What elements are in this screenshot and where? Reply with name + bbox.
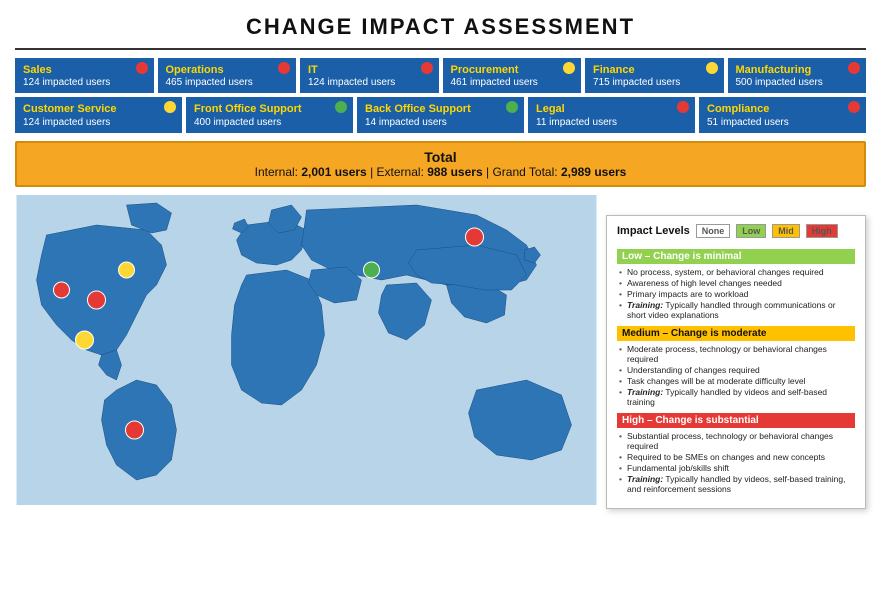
impact-bullet: Fundamental job/skills shift bbox=[619, 463, 853, 473]
dept-dot bbox=[563, 62, 575, 74]
impact-bullets: No process, system, or behavioral change… bbox=[617, 267, 855, 320]
dept-dot bbox=[164, 101, 176, 113]
internal-value: 2,001 users bbox=[301, 165, 366, 179]
impact-bullet: Awareness of high level changes needed bbox=[619, 278, 853, 288]
total-detail: Internal: 2,001 users | External: 988 us… bbox=[27, 165, 854, 179]
dept-dot bbox=[506, 101, 518, 113]
page-title: CHANGE IMPACT ASSESSMENT bbox=[15, 14, 866, 40]
total-bar: Total Internal: 2,001 users | External: … bbox=[15, 141, 866, 187]
dept-dot bbox=[848, 101, 860, 113]
dept-card-operations: Operations 465 impacted users bbox=[158, 58, 297, 93]
impact-bullet: Training: Typically handled by videos an… bbox=[619, 387, 853, 407]
impact-bullet: Training: Typically handled through comm… bbox=[619, 300, 853, 320]
department-grid: Sales 124 impacted users Operations 465 … bbox=[15, 58, 866, 133]
dept-users: 461 impacted users bbox=[451, 77, 574, 88]
dept-name: Front Office Support bbox=[194, 102, 345, 116]
level-low: Low bbox=[736, 224, 766, 238]
dept-users: 14 impacted users bbox=[365, 117, 516, 128]
dept-card-compliance: Compliance 51 impacted users bbox=[699, 97, 866, 132]
impact-section-high: High – Change is substantial Substantial… bbox=[617, 413, 855, 494]
impact-bullet: Training: Typically handled by videos, s… bbox=[619, 474, 853, 494]
dept-name: Finance bbox=[593, 63, 716, 77]
impact-section-header: Medium – Change is moderate bbox=[617, 326, 855, 341]
internal-label: Internal: bbox=[255, 165, 298, 179]
impact-bullets: Substantial process, technology or behav… bbox=[617, 431, 855, 494]
dept-row-2: Customer Service 124 impacted users Fron… bbox=[15, 97, 866, 132]
impact-bullets: Moderate process, technology or behavior… bbox=[617, 344, 855, 407]
world-map bbox=[15, 195, 598, 505]
sep1: | bbox=[370, 165, 373, 179]
dept-name: Procurement bbox=[451, 63, 574, 77]
impact-section-low: Low – Change is minimal No process, syst… bbox=[617, 249, 855, 320]
dept-name: Operations bbox=[166, 63, 289, 77]
dept-row-1: Sales 124 impacted users Operations 465 … bbox=[15, 58, 866, 93]
map-section: Impact Levels None Low Mid High Low – Ch… bbox=[15, 195, 866, 509]
dept-dot bbox=[706, 62, 718, 74]
dept-dot bbox=[421, 62, 433, 74]
dept-card-back-office-support: Back Office Support 14 impacted users bbox=[357, 97, 524, 132]
dept-dot bbox=[278, 62, 290, 74]
dept-card-front-office-support: Front Office Support 400 impacted users bbox=[186, 97, 353, 132]
dept-users: 400 impacted users bbox=[194, 117, 345, 128]
level-mid: Mid bbox=[772, 224, 800, 238]
dept-users: 715 impacted users bbox=[593, 77, 716, 88]
dept-users: 465 impacted users bbox=[166, 77, 289, 88]
impact-bullet: Primary impacts are to workload bbox=[619, 289, 853, 299]
external-label: External: bbox=[377, 165, 424, 179]
dept-users: 500 impacted users bbox=[736, 77, 859, 88]
dept-users: 11 impacted users bbox=[536, 117, 687, 128]
impact-bullet: Substantial process, technology or behav… bbox=[619, 431, 853, 451]
dept-name: Customer Service bbox=[23, 102, 174, 116]
map-container bbox=[15, 195, 598, 505]
impact-legend: Impact Levels None Low Mid High Low – Ch… bbox=[606, 215, 866, 509]
level-none: None bbox=[696, 224, 731, 238]
impact-bullet: Understanding of changes required bbox=[619, 365, 853, 375]
dept-card-manufacturing: Manufacturing 500 impacted users bbox=[728, 58, 867, 93]
external-value: 988 users bbox=[427, 165, 482, 179]
impact-bullet: Task changes will be at moderate difficu… bbox=[619, 376, 853, 386]
dept-name: Sales bbox=[23, 63, 146, 77]
dept-name: Compliance bbox=[707, 102, 858, 116]
page: CHANGE IMPACT ASSESSMENT Sales 124 impac… bbox=[0, 0, 881, 514]
dept-users: 124 impacted users bbox=[23, 77, 146, 88]
grand-label: Grand Total: bbox=[492, 165, 557, 179]
impact-section-medium: Medium – Change is moderate Moderate pro… bbox=[617, 326, 855, 407]
dept-users: 124 impacted users bbox=[308, 77, 431, 88]
dept-card-finance: Finance 715 impacted users bbox=[585, 58, 724, 93]
impact-levels-row: None Low Mid High bbox=[696, 224, 841, 238]
level-high: High bbox=[806, 224, 838, 238]
total-label: Total bbox=[27, 149, 854, 165]
dept-dot bbox=[677, 101, 689, 113]
grand-value: 2,989 users bbox=[561, 165, 626, 179]
dept-users: 124 impacted users bbox=[23, 117, 174, 128]
dept-card-procurement: Procurement 461 impacted users bbox=[443, 58, 582, 93]
dept-dot bbox=[848, 62, 860, 74]
impact-legend-title: Impact Levels bbox=[617, 225, 690, 237]
impact-section-header: Low – Change is minimal bbox=[617, 249, 855, 264]
dept-card-sales: Sales 124 impacted users bbox=[15, 58, 154, 93]
impact-bullet: Moderate process, technology or behavior… bbox=[619, 344, 853, 364]
dept-name: IT bbox=[308, 63, 431, 77]
impact-bullet: No process, system, or behavioral change… bbox=[619, 267, 853, 277]
impact-section-header: High – Change is substantial bbox=[617, 413, 855, 428]
dept-name: Manufacturing bbox=[736, 63, 859, 77]
dept-card-customer-service: Customer Service 124 impacted users bbox=[15, 97, 182, 132]
dept-card-legal: Legal 11 impacted users bbox=[528, 97, 695, 132]
dept-dot bbox=[335, 101, 347, 113]
impact-sections-container: Low – Change is minimal No process, syst… bbox=[617, 249, 855, 494]
dept-users: 51 impacted users bbox=[707, 117, 858, 128]
sep2: | bbox=[486, 165, 489, 179]
dept-card-it: IT 124 impacted users bbox=[300, 58, 439, 93]
impact-bullet: Required to be SMEs on changes and new c… bbox=[619, 452, 853, 462]
dept-dot bbox=[136, 62, 148, 74]
dept-name: Legal bbox=[536, 102, 687, 116]
title-bar: CHANGE IMPACT ASSESSMENT bbox=[15, 10, 866, 50]
dept-name: Back Office Support bbox=[365, 102, 516, 116]
